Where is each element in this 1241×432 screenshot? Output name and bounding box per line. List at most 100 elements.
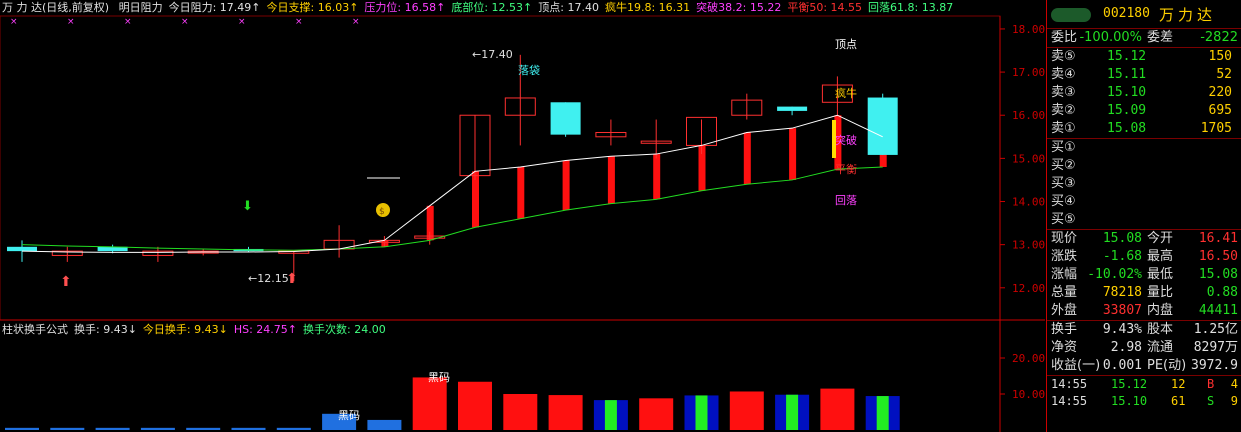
turnover-bar-core [876,396,889,430]
level-label: 突破 [835,133,857,147]
stat-row: 涨跌 -1.68 最高 16.50 [1051,249,1238,264]
bid-row: 买① [1051,140,1076,155]
turnover-bar [820,388,855,430]
top-marker: × [10,17,18,27]
turnover-bar [186,427,221,430]
price-tick-label: 15.00 [1012,152,1045,165]
price-tick-label: 17.00 [1012,66,1045,79]
top-marker: × [238,17,246,27]
candle-body-down [7,246,37,252]
fall-label: 落袋 [518,63,540,77]
main-indicator-header: 万 力 达(日线,前复权) 明日阻力 今日阻力: 17.49↑ 今日支撑: 16.0… [2,0,965,16]
subheader-item: 换手次数: 24.00 [303,323,386,336]
yellow-marker [832,120,836,158]
trend-bar [562,160,570,211]
turnover-bar [367,419,402,430]
turnover-bar [548,395,583,430]
price-tick-label: 16.00 [1012,109,1045,122]
ask-row: 卖⑤ 15.12 150 [1051,49,1232,64]
turnover-bar [5,427,39,430]
stat-row: 总量 78218 量比 0.88 [1051,285,1238,300]
turnover-bar [729,391,764,430]
subheader-item: HS: 24.75↑ [233,323,298,336]
header-item: 今日阻力: 17.49↑ [168,1,261,14]
level-label: 回落 [835,194,857,207]
trend-bar [517,167,525,219]
trend-bar [743,132,751,185]
header-item: 压力位: 16.58↑ [364,1,446,14]
price-tick-label: 12.00 [1012,282,1045,295]
header-item: 今日支撑: 16.03↑ [266,1,359,14]
bid-row: 买④ [1051,194,1076,209]
tick-row: 14:55 15.10 61 S 9 [1051,394,1238,408]
turnover-bar [639,398,674,430]
header-item: 平衡50: 14.55 [787,1,863,14]
weibi-row: 委比 -100.00% 委差 -2822 [1047,29,1241,48]
level-label: 疯牛 [835,86,857,100]
volume-tick-label: 10.00 [1012,388,1045,401]
stat-row: 收益(一) 0.001 PE(动) 3972.9 [1051,358,1238,373]
peak-price-label: ←17.40 [472,48,513,61]
price-tick-label: 18.00 [1012,23,1045,36]
money-bag-glyph: $ [379,207,385,217]
bid-row: 买③ [1051,176,1076,191]
ask-list: 卖⑤ 15.12 150 卖④ 15.11 52 卖③ 15.10 220 卖② 15.09 695 卖… [1047,48,1241,139]
quote-title: 002180 万力达 [1047,0,1241,29]
chip-label: 黑码 [428,371,450,384]
stat-row: 外盘 33807 内盘 44411 [1051,303,1238,318]
turnover-bar-core [604,400,617,430]
ask-row: 卖① 15.08 1705 [1051,121,1232,136]
stock-code: 002180 [1103,6,1150,21]
stock-name: 万力达 [1159,6,1217,24]
subheader-item: 柱状换手公式 [2,323,68,336]
header-item: 疯牛19.8: 16.31 [604,1,691,14]
subheader-item: 换手: 9.43↓ [74,323,137,336]
turnover-bar [458,381,492,430]
ask-row: 卖④ 15.11 52 [1051,67,1232,82]
header-item: 底部位: 12.53↑ [451,1,533,14]
chart-area[interactable]: 18.00 17.00 16.00 15.00 14.00 13.00 12.00 20.00… [0,0,1045,432]
header-item: 突破38.2: 15.22 [696,1,782,14]
header-item: 顶点: 17.40 [538,1,599,14]
top-marker: × [67,17,75,27]
stock-title: 万 力 达(日线,前复权) [2,1,110,14]
top-marker: × [352,17,360,27]
header-item: 明日阻力 [118,1,163,14]
top-marker: × [181,17,189,27]
turnover-bar [412,377,447,430]
turnover-bar [140,427,175,430]
turnover-indicator-header: 柱状换手公式 换手: 9.43↓ 今日换手: 9.43↓ HS: 24.75↑ 换手次数… [2,322,398,338]
candle-body-down [550,102,581,135]
level-label: 平衡 [835,163,857,176]
turnover-bar-core [786,394,799,430]
up-arrow-icon: ⬆ [60,274,72,290]
trend-bar [653,154,661,200]
stat-row: 现价 15.08 今开 16.41 [1051,231,1238,246]
top-marker: × [295,17,303,27]
turnover-bar [50,427,85,430]
turnover-bar [503,394,538,430]
stats-list: 现价 15.08 今开 16.41 涨跌 -1.68 最高 16.50 涨幅 -10.02% 最低 1… [1047,230,1241,321]
stat-row: 净资 2.98 流通 8297万 [1051,340,1238,355]
bid-list: 买① 买② 买③ 买④ 买⑤ [1047,139,1241,230]
quote-panel: 002180 万力达 委比 -100.00% 委差 -2822 卖⑤ 15.12 1… [1046,0,1241,432]
top-marker: × [124,17,132,27]
header-item: 回落61.8: 13.87 [868,1,954,14]
low-price-label: ←12.15 [248,272,289,285]
bid-row: 买⑤ [1051,212,1076,227]
price-tick-label: 14.00 [1012,196,1045,209]
logo-icon [1051,8,1091,22]
turnover-bar [276,427,311,430]
bid-row: 买② [1051,158,1076,173]
trend-bar [789,128,797,180]
stat-row: 涨幅 -10.02% 最低 15.08 [1051,267,1238,282]
ask-row: 卖③ 15.10 220 [1051,85,1232,100]
volume-tick-label: 20.00 [1012,352,1045,365]
turnover-bar [95,427,130,430]
tick-row: 14:55 15.12 12 B 4 [1051,377,1238,391]
level-label: 顶点 [835,38,857,51]
turnover-bar [231,427,266,430]
kline-chart[interactable]: 18.00 17.00 16.00 15.00 14.00 13.00 12.00 20.00… [0,0,1045,432]
candle-body-down [867,97,898,155]
turnover-bar-core [695,395,708,430]
